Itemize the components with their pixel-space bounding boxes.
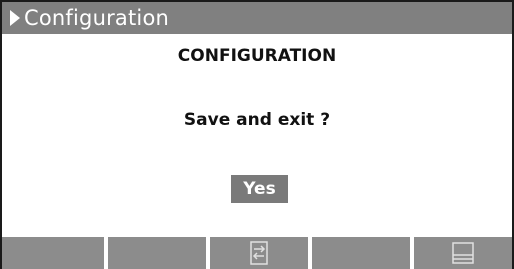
device-screen: Configuration CONFIGURATION Save and exi… <box>0 0 514 269</box>
softkey-bar <box>2 237 512 269</box>
window-title: Configuration <box>24 6 170 30</box>
softkey-3[interactable] <box>210 237 312 269</box>
dialog-question: Save and exit ? <box>183 110 331 130</box>
layout-split-icon <box>452 242 474 264</box>
softkey-4[interactable] <box>312 237 414 269</box>
softkey-5[interactable] <box>414 237 512 269</box>
softkey-2[interactable] <box>108 237 210 269</box>
list-exchange-icon <box>250 241 268 265</box>
title-bar: Configuration <box>2 2 512 34</box>
softkey-1[interactable] <box>2 237 108 269</box>
dialog-heading: CONFIGURATION <box>177 46 337 66</box>
play-arrow-icon <box>10 10 20 26</box>
yes-button[interactable]: Yes <box>231 175 288 203</box>
